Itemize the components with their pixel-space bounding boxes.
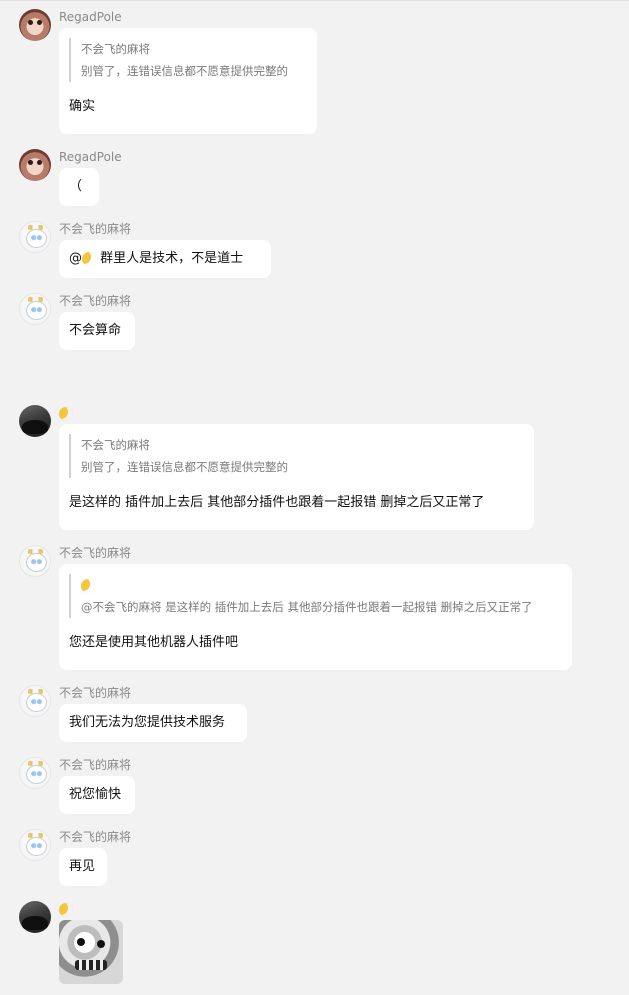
- message-bubble[interactable]: 祝您愉快: [59, 776, 135, 814]
- message-bubble[interactable]: 我们无法为您提供技术服务: [59, 704, 247, 742]
- moon-icon: [81, 578, 95, 593]
- quoted-text: @不会飞的麻将 是这样的 插件加上去后 其他部分插件也跟着一起报错 删掉之后又正…: [81, 600, 533, 614]
- message-text: 您还是使用其他机器人插件吧: [69, 635, 239, 650]
- quoted-message[interactable]: 不会飞的麻将 别管了，连错误信息都不愿意提供完整的: [69, 38, 317, 82]
- message-bubble[interactable]: 不会算命: [59, 312, 135, 350]
- sender-name[interactable]: 不会飞的麻将: [59, 757, 131, 773]
- message-bubble[interactable]: 再见: [59, 848, 107, 886]
- message-text: 再见: [69, 859, 96, 874]
- sender-name[interactable]: [59, 405, 73, 421]
- quoted-message[interactable]: @不会飞的麻将 是这样的 插件加上去后 其他部分插件也跟着一起报错 删掉之后又正…: [69, 574, 572, 618]
- message-text: 不会算命: [69, 323, 122, 338]
- message-bubble[interactable]: @不会飞的麻将 是这样的 插件加上去后 其他部分插件也跟着一起报错 删掉之后又正…: [59, 564, 572, 670]
- moon-icon[interactable]: [82, 251, 96, 266]
- sender-name[interactable]: RegadPole: [59, 149, 122, 165]
- avatar[interactable]: [19, 829, 51, 861]
- sender-name[interactable]: 不会飞的麻将: [59, 829, 131, 845]
- message-bubble[interactable]: 不会飞的麻将 别管了，连错误信息都不愿意提供完整的 确实: [59, 28, 317, 134]
- avatar[interactable]: [19, 221, 51, 253]
- sender-name[interactable]: 不会飞的麻将: [59, 685, 131, 701]
- avatar[interactable]: [19, 757, 51, 789]
- sender-name[interactable]: RegadPole: [59, 9, 122, 25]
- message-text: 是这样的 插件加上去后 其他部分插件也跟着一起报错 删掉之后又正常了: [69, 495, 485, 510]
- quoted-text: 别管了，连错误信息都不愿意提供完整的: [81, 460, 288, 474]
- avatar[interactable]: [19, 9, 51, 41]
- message-text: 群里人是技术，不是道士: [100, 251, 244, 266]
- message-bubble[interactable]: 不会飞的麻将 别管了，连错误信息都不愿意提供完整的 是这样的 插件加上去后 其他…: [59, 424, 534, 530]
- sender-name[interactable]: 不会飞的麻将: [59, 221, 131, 237]
- quoted-author: [81, 574, 572, 596]
- avatar[interactable]: [19, 405, 51, 437]
- top-divider: [0, 0, 629, 1]
- message-bubble[interactable]: （: [59, 168, 99, 206]
- moon-icon: [59, 902, 73, 917]
- message-text: 祝您愉快: [69, 787, 122, 802]
- avatar[interactable]: [19, 149, 51, 181]
- quoted-author: 不会飞的麻将: [81, 438, 150, 452]
- message-text: （: [69, 179, 83, 194]
- avatar[interactable]: [19, 685, 51, 717]
- mention-at[interactable]: @: [69, 251, 82, 266]
- avatar[interactable]: [19, 545, 51, 577]
- message-text: 确实: [69, 99, 96, 114]
- quoted-message[interactable]: 不会飞的麻将 别管了，连错误信息都不愿意提供完整的: [69, 434, 534, 478]
- avatar[interactable]: [19, 901, 51, 933]
- avatar[interactable]: [19, 293, 51, 325]
- sticker-image[interactable]: [59, 920, 123, 984]
- sender-name[interactable]: [59, 901, 73, 917]
- quoted-author: 不会飞的麻将: [81, 42, 150, 56]
- sender-name[interactable]: 不会飞的麻将: [59, 545, 131, 561]
- message-bubble[interactable]: @ 群里人是技术，不是道士: [59, 240, 271, 278]
- moon-icon: [59, 406, 73, 421]
- sender-name[interactable]: 不会飞的麻将: [59, 293, 131, 309]
- message-text: 我们无法为您提供技术服务: [69, 715, 226, 730]
- quoted-text: 别管了，连错误信息都不愿意提供完整的: [81, 64, 288, 78]
